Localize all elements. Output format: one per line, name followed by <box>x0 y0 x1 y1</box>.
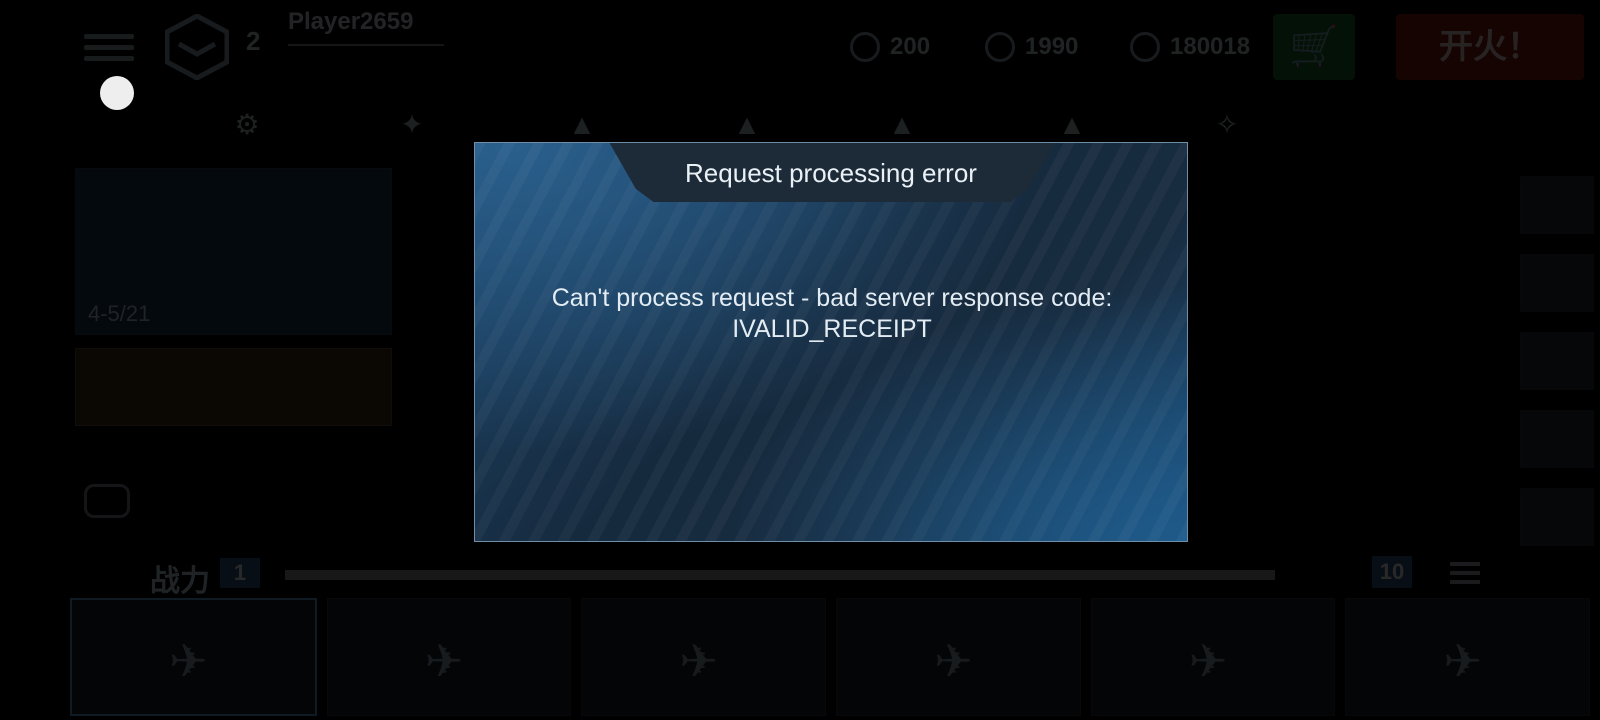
jet-icon: ✈ <box>169 635 208 688</box>
currency-gold[interactable]: 180018 <box>1130 32 1250 62</box>
jet-icon: ✈ <box>679 634 718 687</box>
dialog-title: Request processing error <box>685 158 977 188</box>
side-slot[interactable] <box>1520 488 1594 546</box>
side-slot[interactable] <box>1520 254 1594 312</box>
dialog-message: Can't process request - bad server respo… <box>495 283 1169 345</box>
rank-badge-icon[interactable] <box>165 14 229 80</box>
player-level: 2 <box>246 26 261 56</box>
silver-coin-icon <box>985 32 1015 62</box>
currency-value: 1990 <box>1025 33 1079 60</box>
slot-count: 10 <box>1372 556 1412 588</box>
wings-icon[interactable]: ▲ <box>730 108 764 142</box>
jet-icon: ✈ <box>1188 634 1228 687</box>
power-row: 战力 1 10 <box>70 556 1580 598</box>
power-level: 1 <box>220 558 260 588</box>
dialog-message-line: Can't process request - bad server respo… <box>551 284 1113 312</box>
hangar-slot[interactable]: ✈ <box>581 598 827 716</box>
hangar-slot[interactable]: ✈ <box>1090 598 1336 716</box>
shield-icon[interactable]: ▲ <box>565 108 599 142</box>
shop-cart-button[interactable]: 🛒 <box>1273 14 1355 80</box>
jet-icon: ✈ <box>424 634 464 687</box>
dialog-error-code: IVALID_RECEIPT <box>732 315 932 343</box>
top-bar: 2 Player2659 200 1990 180018 🛒 开火！ <box>0 0 1600 95</box>
side-slot[interactable] <box>1520 332 1594 390</box>
cart-icon: 🛒 <box>1289 25 1339 69</box>
gold-coin-icon <box>1130 32 1160 62</box>
plane-icon[interactable]: ✧ <box>1210 108 1244 142</box>
hangar-slot[interactable]: ✈ <box>70 598 317 716</box>
side-slot[interactable] <box>1520 176 1594 234</box>
player-xp-bar <box>288 44 444 46</box>
power-progress-fill <box>285 570 1275 580</box>
side-slot[interactable] <box>1520 410 1594 468</box>
star-icon[interactable]: ✦ <box>395 108 429 142</box>
player-name[interactable]: Player2659 <box>288 8 413 36</box>
list-icon[interactable] <box>1450 562 1480 584</box>
gold-offer-card[interactable] <box>75 348 392 426</box>
currency-value: 200 <box>890 33 931 60</box>
power-progress-bar <box>285 570 1275 580</box>
category-row: ⚙ ✦ ▲ ▲ ▲ ▲ ✧ <box>70 100 1530 148</box>
hangar-slot[interactable]: ✈ <box>326 598 572 716</box>
power-label: 战力 <box>150 565 210 598</box>
jet-icon[interactable]: ▲ <box>885 108 919 142</box>
gear-icon[interactable]: ⚙ <box>230 108 264 142</box>
jet-icon: ✈ <box>1443 634 1482 687</box>
fuel-icon <box>850 32 880 62</box>
assistive-touch-dot[interactable] <box>100 76 134 110</box>
hangar-slots: ✈ ✈ ✈ ✈ ✈ ✈ <box>70 598 1591 716</box>
card-count: 4-5/21 <box>88 301 151 326</box>
error-dialog[interactable]: Request processing error Can't process r… <box>474 142 1188 542</box>
jet-icon: ✈ <box>934 634 973 687</box>
fire-button[interactable]: 开火！ <box>1396 14 1584 80</box>
aircraft-card[interactable]: 4-5/21 <box>75 168 392 335</box>
hangar-slot[interactable]: ✈ <box>1345 598 1591 716</box>
chat-icon[interactable] <box>84 484 130 518</box>
rocket-icon[interactable]: ▲ <box>1055 108 1089 142</box>
currency-value: 180018 <box>1170 33 1251 60</box>
currency-silver[interactable]: 1990 <box>985 32 1078 62</box>
hangar-slot[interactable]: ✈ <box>836 598 1081 716</box>
currency-fuel[interactable]: 200 <box>850 32 930 62</box>
menu-icon[interactable] <box>84 28 134 68</box>
